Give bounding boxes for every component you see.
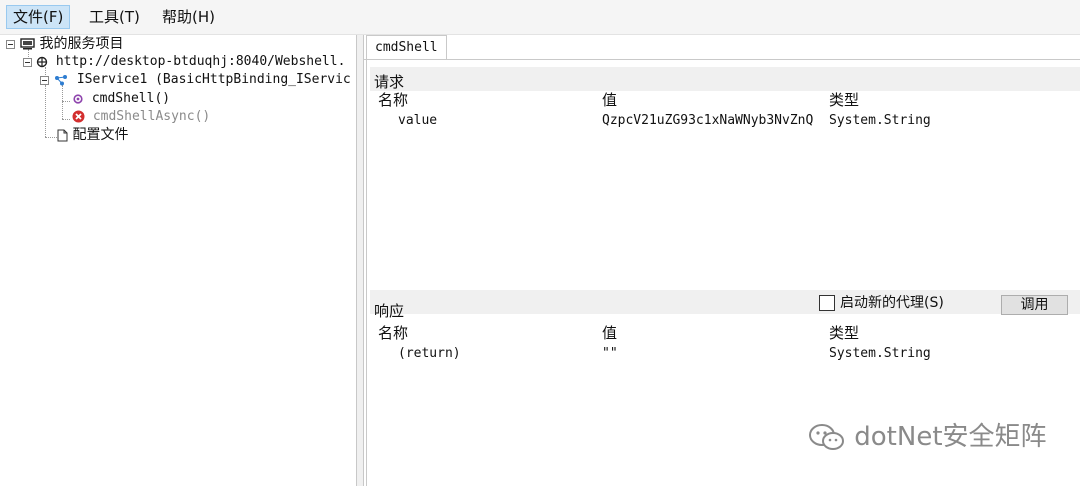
tree-line	[45, 85, 46, 137]
collapse-toggle[interactable]	[23, 58, 32, 67]
tab-cmdshell[interactable]: cmdShell	[366, 35, 447, 60]
menu-bar: 文件(F) 工具(T) 帮助(H)	[0, 0, 1080, 35]
collapse-toggle[interactable]	[40, 76, 49, 85]
request-header: 请求	[370, 67, 1080, 91]
tab-label: cmdShell	[375, 40, 438, 55]
tree-node-config[interactable]: 配置文件	[57, 126, 128, 144]
tree-line	[45, 137, 57, 138]
new-proxy-checkbox[interactable]	[819, 295, 835, 311]
request-param-value-input[interactable]: QzpcV21uZG93c1xNaWNyb3NvZnQ	[602, 112, 826, 130]
tree-node-label: cmdShell()	[91, 91, 171, 106]
request-param-name: value	[398, 113, 438, 128]
endpoint-icon	[36, 56, 48, 67]
tree-node-endpoint[interactable]: http://desktop-btduqhj:8040/Webshell.	[36, 53, 345, 71]
tree-node-label: 我的服务项目	[39, 36, 124, 52]
menu-file[interactable]: 文件(F)	[6, 5, 71, 29]
response-col-name: 名称	[378, 324, 409, 342]
tree-node-service[interactable]: IService1 (BasicHttpBinding_IServic	[53, 71, 351, 89]
request-col-value: 值	[602, 91, 618, 109]
watermark-text: dotNet安全矩阵	[854, 422, 1047, 452]
file-icon	[57, 129, 68, 141]
request-title: 请求	[374, 73, 405, 91]
tree-node-label: IService1 (BasicHttpBinding_IServic	[76, 72, 351, 87]
tree-node-label: cmdShellAsync()	[92, 109, 211, 124]
request-col-type: 类型	[829, 91, 860, 109]
tree-node-root[interactable]: 我的服务项目	[20, 35, 123, 53]
pane-splitter[interactable]	[356, 35, 364, 486]
response-return-name: (return)	[398, 346, 461, 361]
tree-node-label: 配置文件	[72, 127, 129, 143]
response-return-value: ""	[602, 346, 618, 361]
request-param-type: System.String	[829, 113, 931, 128]
watermark: dotNet安全矩阵	[808, 420, 1047, 454]
tree-node-method-cmdshell[interactable]: cmdShell()	[72, 90, 170, 108]
response-title: 响应	[374, 302, 405, 320]
service-contract-icon	[55, 74, 67, 85]
collapse-toggle[interactable]	[6, 40, 15, 49]
error-icon	[72, 110, 85, 123]
menu-tools[interactable]: 工具(T)	[83, 5, 146, 29]
response-col-type: 类型	[829, 324, 860, 342]
menu-help[interactable]: 帮助(H)	[156, 5, 221, 29]
request-col-name: 名称	[378, 91, 409, 109]
tree-line	[62, 85, 63, 119]
wechat-icon	[809, 423, 844, 450]
computer-icon	[20, 38, 35, 50]
invoke-button[interactable]: 调用	[1001, 295, 1068, 315]
method-icon	[73, 93, 83, 104]
tree-line	[62, 119, 70, 120]
tree-line	[62, 101, 70, 102]
tree-node-method-cmdshellasync[interactable]: cmdShellAsync()	[72, 108, 210, 126]
tree-node-label: http://desktop-btduqhj:8040/Webshell.	[55, 54, 346, 69]
response-return-type: System.String	[829, 346, 931, 361]
response-col-value: 值	[602, 324, 618, 342]
method-panel: cmdShell 请求 名称 值 类型 value QzpcV21uZG93c1…	[364, 35, 1080, 486]
service-tree: 我的服务项目 http://desktop-btduqhj:8040/Websh…	[0, 35, 356, 486]
response-header: 响应	[370, 290, 1080, 320]
new-proxy-label: 启动新的代理(S)	[840, 295, 944, 311]
